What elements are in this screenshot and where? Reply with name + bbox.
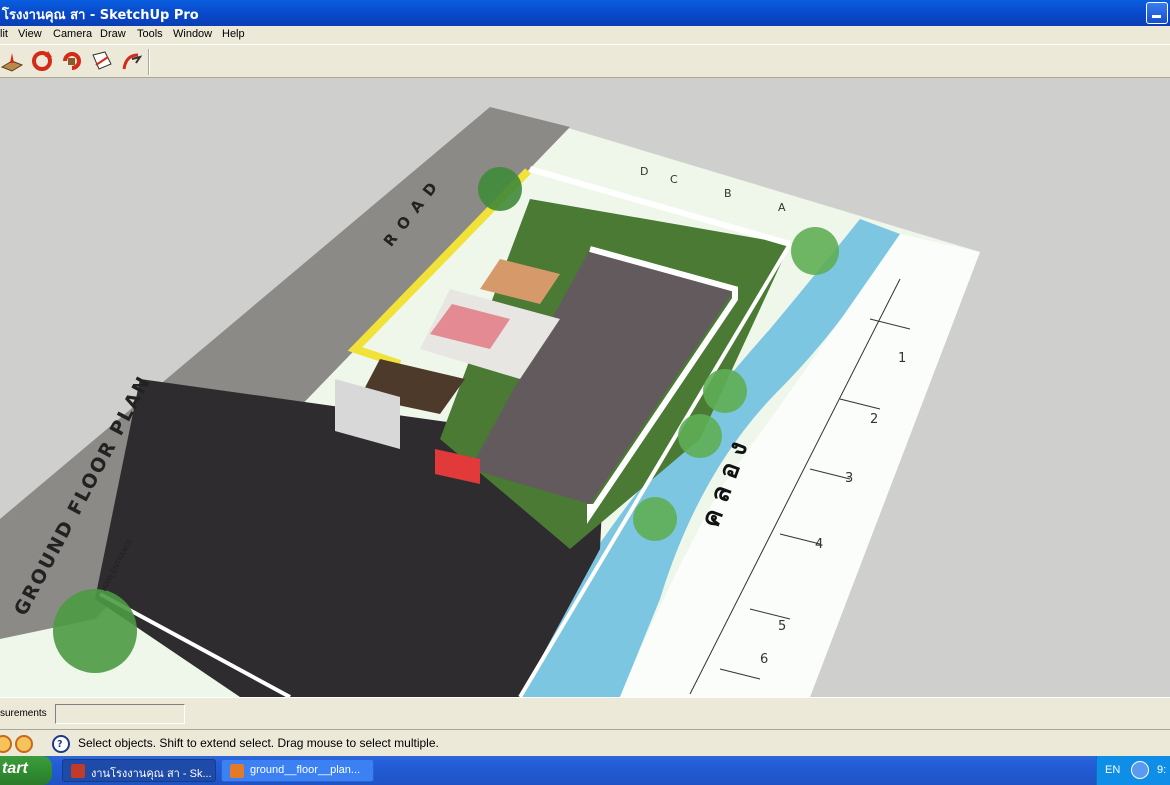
window-title: โรงงานคุณ สา - SketchUp Pro bbox=[2, 8, 199, 23]
model-viewport[interactable]: R O A D GROUND FLOOR PLAN MAIN ENTRANCE … bbox=[0, 79, 1170, 697]
menu-bar: lit View Camera Draw Tools Window Help bbox=[0, 26, 1170, 45]
walk-icon[interactable] bbox=[120, 49, 144, 73]
help-icon[interactable]: ? bbox=[52, 735, 70, 753]
grid-number-3: 3 bbox=[845, 471, 854, 486]
menu-tools[interactable]: Tools bbox=[137, 28, 163, 40]
tree bbox=[791, 227, 839, 275]
measurements-label: surements bbox=[0, 708, 47, 719]
grid-letter-b: B bbox=[724, 187, 732, 200]
tree bbox=[478, 167, 522, 211]
rotate-icon[interactable] bbox=[60, 49, 84, 73]
orbit-icon[interactable] bbox=[30, 49, 54, 73]
toolbar-separator bbox=[148, 49, 150, 75]
sandbox-icon[interactable] bbox=[0, 49, 24, 73]
clock: 9: bbox=[1157, 764, 1167, 776]
menu-camera[interactable]: Camera bbox=[53, 28, 92, 40]
start-button[interactable]: tart bbox=[0, 756, 52, 785]
title-bar: โรงงานคุณ สา - SketchUp Pro bbox=[0, 0, 1170, 26]
grid-number-4: 4 bbox=[815, 537, 824, 552]
geo-icon[interactable] bbox=[0, 735, 12, 753]
menu-draw[interactable]: Draw bbox=[100, 28, 126, 40]
menu-window[interactable]: Window bbox=[173, 28, 212, 40]
grid-letter-d: D bbox=[640, 165, 649, 178]
svg-text:?: ? bbox=[57, 739, 62, 750]
language-indicator[interactable]: EN bbox=[1105, 764, 1120, 776]
menu-view[interactable]: View bbox=[18, 28, 42, 40]
grid-letter-c: C bbox=[670, 173, 678, 186]
task-label: งานโรงงานคุณ สา - Sk... bbox=[91, 768, 212, 780]
grid-letter-a: A bbox=[778, 201, 786, 214]
tree bbox=[703, 369, 747, 413]
menu-help[interactable]: Help bbox=[222, 28, 245, 40]
credits-icon[interactable] bbox=[15, 735, 33, 753]
taskbar-item-sketchup[interactable]: งานโรงงานคุณ สา - Sk... bbox=[62, 759, 216, 782]
grid-number-5: 5 bbox=[778, 619, 787, 634]
grid-number-2: 2 bbox=[870, 412, 879, 427]
grid-number-6: 6 bbox=[760, 652, 769, 667]
section-icon[interactable] bbox=[90, 49, 114, 73]
status-message: Select objects. Shift to extend select. … bbox=[78, 736, 439, 750]
menu-edit[interactable]: lit bbox=[0, 28, 8, 40]
sketchup-icon bbox=[71, 764, 85, 778]
tree bbox=[53, 589, 137, 673]
image-file-icon bbox=[230, 764, 244, 778]
minimize-button[interactable] bbox=[1146, 2, 1168, 24]
taskbar: tart งานโรงงานคุณ สา - Sk... ground__flo… bbox=[0, 756, 1170, 785]
measurements-input[interactable] bbox=[55, 704, 185, 724]
tree bbox=[633, 497, 677, 541]
grid-number-1: 1 bbox=[898, 351, 907, 366]
toolbar bbox=[0, 45, 1170, 78]
tray-arrow-icon[interactable] bbox=[1131, 761, 1149, 779]
site-model[interactable] bbox=[0, 79, 1170, 697]
taskbar-item-image[interactable]: ground__floor__plan... bbox=[221, 759, 374, 782]
status-bar: ? Select objects. Shift to extend select… bbox=[0, 729, 1170, 756]
measurements-bar: surements bbox=[0, 697, 1170, 729]
task-label: ground__floor__plan... bbox=[250, 764, 361, 776]
